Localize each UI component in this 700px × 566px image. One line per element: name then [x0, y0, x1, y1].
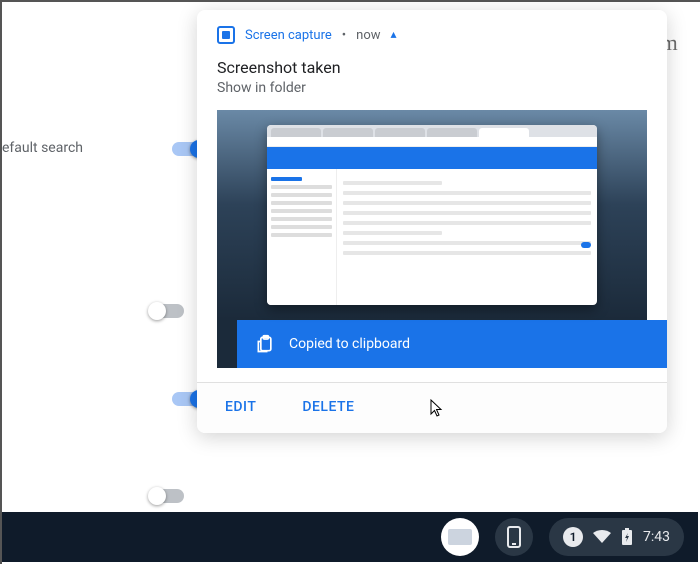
clipboard-text: Copied to clipboard: [289, 336, 410, 352]
notification-app-name: Screen capture: [245, 28, 332, 43]
notification-count-badge: 1: [563, 527, 583, 547]
delete-button[interactable]: DELETE: [302, 399, 354, 415]
wifi-icon: [593, 530, 611, 544]
notification-header[interactable]: Screen capture • now ▴: [217, 26, 647, 44]
setting-row-label: efault search: [2, 140, 83, 156]
toggle-2[interactable]: [150, 304, 184, 318]
clipboard-icon: [255, 334, 275, 354]
toggle-4[interactable]: [150, 489, 184, 503]
phone-hub-icon[interactable]: [495, 518, 533, 556]
show-in-folder-link[interactable]: Show in folder: [217, 80, 647, 96]
clock: 7:43: [643, 529, 670, 545]
notification-title: Screenshot taken: [217, 58, 647, 77]
separator-dot: •: [342, 28, 346, 43]
screen-capture-icon: [217, 26, 235, 44]
chromeos-shelf: 1 7:43: [2, 512, 698, 562]
chevron-up-icon[interactable]: ▴: [391, 27, 397, 41]
clipboard-banner: Copied to clipboard: [237, 320, 667, 368]
edit-button[interactable]: EDIT: [225, 399, 256, 415]
screenshot-notification: Screen capture • now ▴ Screenshot taken …: [197, 10, 667, 433]
screenshot-preview[interactable]: Copied to clipboard: [217, 110, 647, 368]
status-tray[interactable]: 1 7:43: [549, 518, 684, 556]
screenshot-shelf-item[interactable]: [441, 518, 479, 556]
battery-charging-icon: [621, 528, 633, 546]
notification-time: now: [356, 28, 380, 43]
notification-actions: EDIT DELETE: [197, 382, 667, 433]
